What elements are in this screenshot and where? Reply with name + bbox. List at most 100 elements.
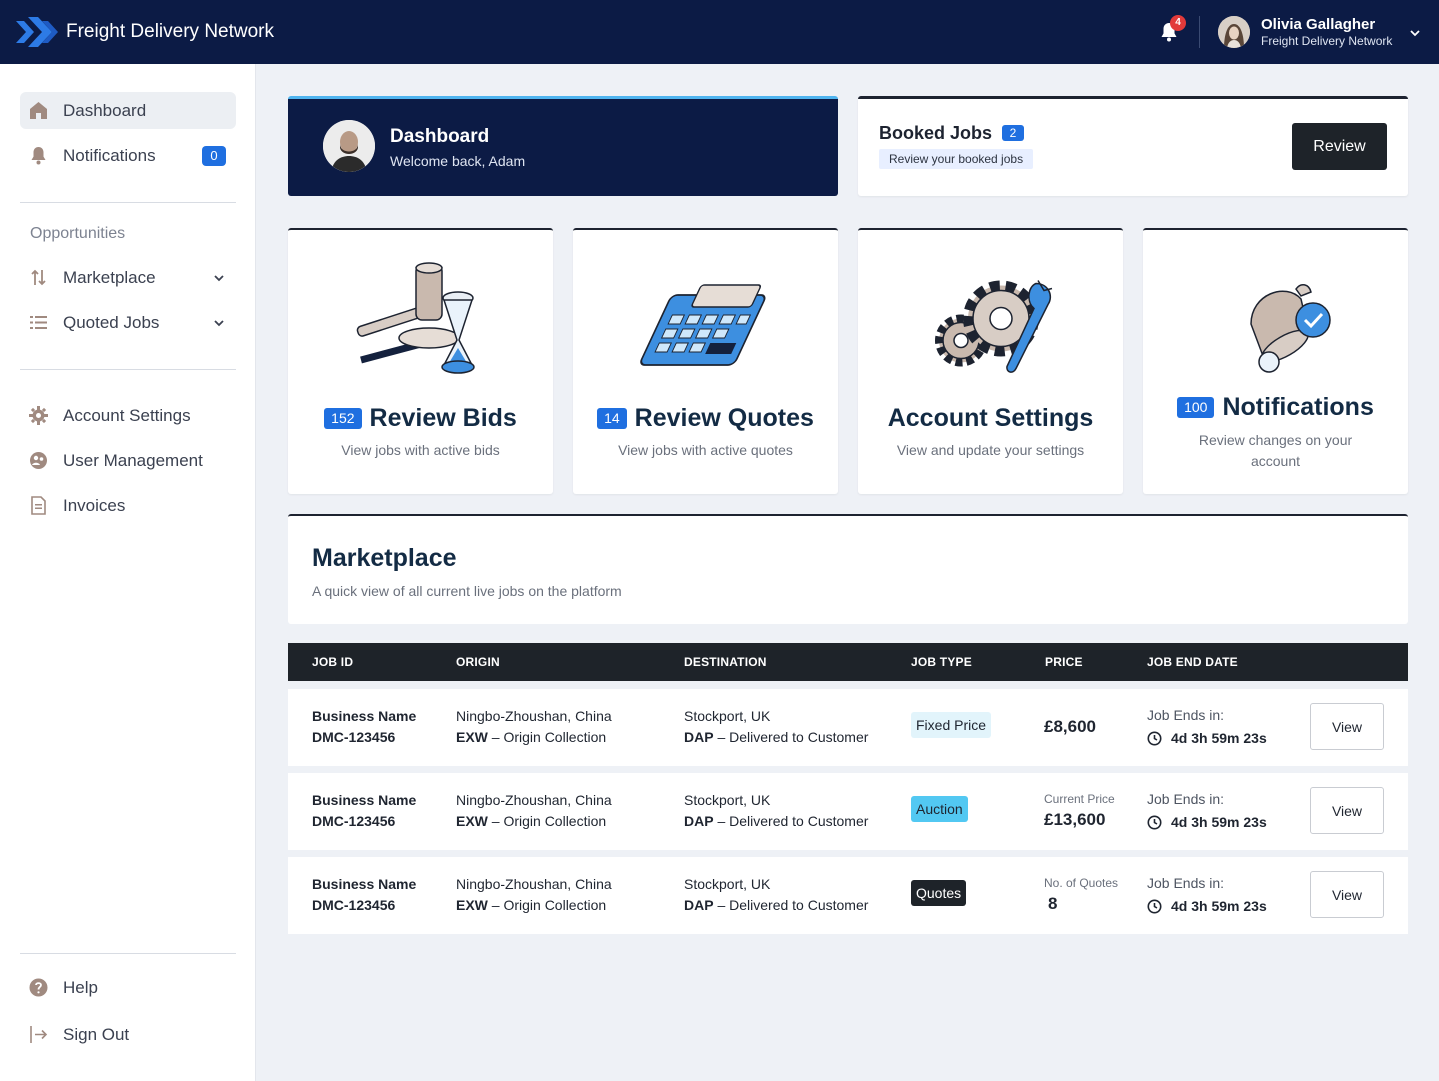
user-avatar[interactable] xyxy=(1218,16,1250,48)
marketplace-subtitle: A quick view of all current live jobs on… xyxy=(312,583,622,599)
origin-location: Ningbo-Zhoushan, China xyxy=(456,792,612,808)
tile-subtitle: Review changes on your account xyxy=(1198,432,1353,469)
booked-jobs-subtitle: Review your booked jobs xyxy=(879,149,1034,169)
user-photo xyxy=(1218,16,1250,48)
marketplace-title: Marketplace xyxy=(312,544,457,572)
sidebar-item-quoted-jobs[interactable]: Quoted Jobs xyxy=(20,304,236,341)
view-button[interactable]: View xyxy=(1310,787,1384,834)
business-name: Business Name xyxy=(312,792,417,808)
sidebar-item-label: Marketplace xyxy=(63,268,156,287)
clock-icon xyxy=(1147,731,1162,746)
origin-code: EXW xyxy=(456,897,488,913)
sign-out-icon xyxy=(30,1026,48,1043)
chevron-down-icon[interactable] xyxy=(1408,26,1422,40)
review-button[interactable]: Review xyxy=(1292,123,1387,170)
sidebar-item-marketplace[interactable]: Marketplace xyxy=(20,259,236,296)
destination-terms: DAP – Delivered to Customer xyxy=(684,811,868,832)
gears-wrench-icon xyxy=(934,280,1052,373)
top-bar: Freight Delivery Network 4 Olivia Gallag… xyxy=(0,0,1439,64)
account-settings-tile[interactable]: Account Settings View and update your se… xyxy=(858,228,1123,494)
notification-count-badge: 4 xyxy=(1170,15,1186,31)
column-header: PRICE xyxy=(1045,655,1083,669)
column-header: JOB ID xyxy=(312,655,354,669)
destination-terms: DAP – Delivered to Customer xyxy=(684,727,868,748)
sidebar-item-label: Help xyxy=(63,978,98,997)
welcome-subtitle: Welcome back, Adam xyxy=(390,153,526,169)
marketplace-card: Marketplace A quick view of all current … xyxy=(288,514,1408,624)
sidebar-item-label: Sign Out xyxy=(63,1025,130,1044)
tile-title: Review Quotes xyxy=(634,404,814,432)
review-bids-tile[interactable]: 152 Review Bids View jobs with active bi… xyxy=(288,228,553,494)
chevron-down-icon[interactable] xyxy=(212,316,226,330)
destination-code: DAP xyxy=(684,729,714,745)
job-ends-countdown: 4d 3h 59m 23s xyxy=(1171,898,1267,914)
tile-title: Notifications xyxy=(1222,393,1374,421)
destination-desc: – Delivered to Customer xyxy=(717,897,869,913)
column-header: JOB TYPE xyxy=(911,655,972,669)
sidebar: Dashboard Notifications 0 Opportunities … xyxy=(0,64,256,1081)
job-id: DMC-123456 xyxy=(312,729,396,745)
origin-terms: EXW – Origin Collection xyxy=(456,811,606,832)
tile-heading: Account Settings xyxy=(858,404,1123,433)
tile-heading: 152 Review Bids xyxy=(288,404,553,433)
sidebar-item-label: Invoices xyxy=(63,496,126,515)
destination-desc: – Delivered to Customer xyxy=(717,729,869,745)
sidebar-item-sign-out[interactable]: Sign Out xyxy=(20,1016,236,1053)
origin-terms: EXW – Origin Collection xyxy=(456,895,606,916)
welcome-card: Dashboard Welcome back, Adam xyxy=(288,96,838,196)
tile-title: Account Settings xyxy=(887,404,1094,432)
sidebar-item-account-settings[interactable]: Account Settings xyxy=(20,397,236,434)
list-icon xyxy=(30,316,47,329)
sidebar-item-notifications[interactable]: Notifications 0 xyxy=(20,137,236,174)
sidebar-divider xyxy=(20,953,236,954)
destination-location: Stockport, UK xyxy=(684,792,771,808)
sidebar-item-label: Dashboard xyxy=(63,101,147,120)
booked-jobs-count-badge: 2 xyxy=(1002,125,1024,141)
job-id: DMC-123456 xyxy=(312,813,396,829)
sidebar-item-help[interactable]: Help xyxy=(20,969,236,1006)
notifications-count-badge: 100 xyxy=(1177,397,1215,418)
origin-terms: EXW – Origin Collection xyxy=(456,727,606,748)
price-label: No. of Quotes xyxy=(1044,876,1119,890)
notifications-tile[interactable]: 100 Notifications Review changes on your… xyxy=(1143,228,1408,494)
view-button[interactable]: View xyxy=(1310,703,1384,750)
tile-title: Review Bids xyxy=(369,404,517,432)
tile-subtitle: View and update your settings xyxy=(896,442,1085,458)
users-icon xyxy=(30,452,47,469)
view-button[interactable]: View xyxy=(1310,871,1384,918)
sidebar-item-user-management[interactable]: User Management xyxy=(20,442,236,479)
bids-count-badge: 152 xyxy=(324,408,362,429)
avatar xyxy=(323,120,375,172)
bell-icon xyxy=(31,147,46,165)
price-value: £13,600 xyxy=(1044,810,1106,829)
destination-location: Stockport, UK xyxy=(684,708,771,724)
review-quotes-tile[interactable]: 14 Review Quotes View jobs with active q… xyxy=(573,228,838,494)
chevron-down-icon[interactable] xyxy=(212,271,226,285)
job-id: DMC-123456 xyxy=(312,897,396,913)
business-name: Business Name xyxy=(312,876,417,892)
origin-location: Ningbo-Zhoushan, China xyxy=(456,708,612,724)
gear-icon xyxy=(29,406,48,425)
clock-icon xyxy=(1147,899,1162,914)
header-divider xyxy=(1199,16,1200,48)
destination-location: Stockport, UK xyxy=(684,876,771,892)
tile-subtitle: View jobs with active bids xyxy=(341,442,500,458)
tile-subtitle: View jobs with active quotes xyxy=(618,442,793,458)
logo-icon[interactable] xyxy=(16,17,60,47)
sidebar-item-dashboard[interactable]: Dashboard xyxy=(20,92,236,129)
sidebar-item-invoices[interactable]: Invoices xyxy=(20,487,236,524)
origin-code: EXW xyxy=(456,729,488,745)
origin-desc: – Origin Collection xyxy=(491,729,607,745)
origin-code: EXW xyxy=(456,813,488,829)
clock-icon xyxy=(1147,815,1162,830)
sidebar-item-label: Notifications xyxy=(63,146,156,165)
gavel-hourglass-icon xyxy=(356,262,475,374)
destination-code: DAP xyxy=(684,813,714,829)
table-row: Business Name DMC-123456 Ningbo-Zhoushan… xyxy=(288,689,1408,766)
notifications-count-badge: 0 xyxy=(202,146,226,166)
help-icon xyxy=(29,978,48,997)
job-ends-label: Job Ends in: xyxy=(1147,707,1225,723)
job-type-badge: Auction xyxy=(911,796,968,822)
table-header: JOB ID ORIGIN DESTINATION JOB TYPE PRICE… xyxy=(288,643,1408,681)
destination-terms: DAP – Delivered to Customer xyxy=(684,895,868,916)
